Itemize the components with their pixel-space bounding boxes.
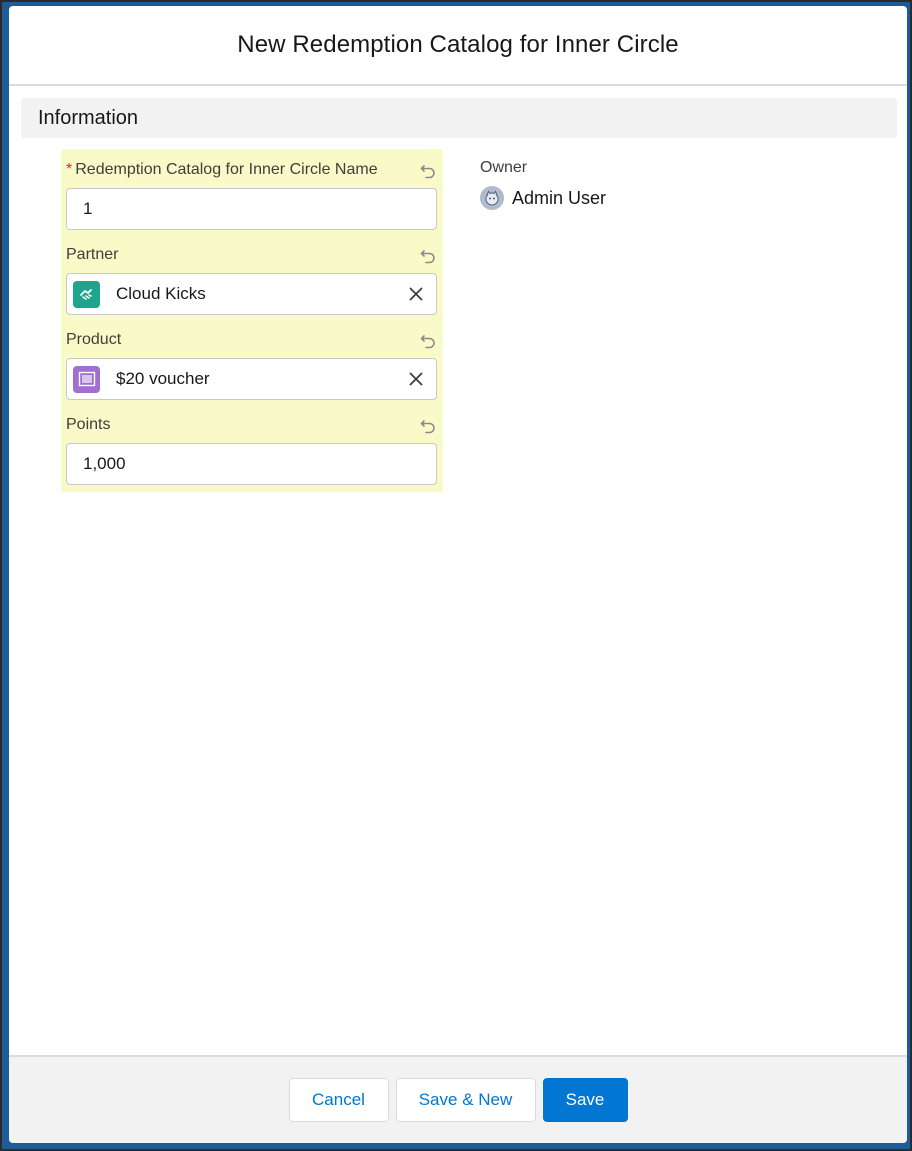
partner-lookup-value: Cloud Kicks [116,284,206,303]
partner-lookup[interactable]: Cloud Kicks [66,273,437,315]
save-button[interactable]: Save [542,1078,628,1122]
cancel-button[interactable]: Cancel [288,1078,389,1122]
window-frame: New Redemption Catalog for Inner Circle … [0,0,912,1151]
owner-label: Owner [480,159,528,176]
points-input-value: 1,000 [83,454,126,473]
modal-header: New Redemption Catalog for Inner Circle [9,6,907,86]
edited-fields-highlight: * Redemption Catalog for Inner Circle Na… [61,149,443,492]
user-avatar-icon [480,186,504,210]
product-lookup-value: $20 voucher [116,369,210,388]
points-field: Points 1,000 [66,414,438,485]
points-input[interactable]: 1,000 [66,443,437,485]
partner-field: Partner Cloud Kicks [66,244,438,315]
product-lookup[interactable]: $20 voucher [66,358,437,400]
modal-title: New Redemption Catalog for Inner Circle [237,31,679,58]
name-input[interactable]: 1 [66,188,437,230]
partner-handshake-icon [73,280,100,308]
section-title: Information [38,106,139,129]
name-field: * Redemption Catalog for Inner Circle Na… [66,159,438,230]
undo-icon[interactable] [419,162,437,180]
undo-icon[interactable] [419,417,437,435]
owner-name[interactable]: Admin User [512,188,606,209]
undo-icon[interactable] [419,247,437,265]
modal-footer: Cancel Save & New Save [9,1055,907,1143]
clear-icon[interactable] [396,274,436,314]
undo-icon[interactable] [419,332,437,350]
product-barcode-icon [73,365,100,393]
partner-field-label: Partner [66,246,119,263]
name-field-label: Redemption Catalog for Inner Circle Name [75,161,378,178]
name-input-value: 1 [83,199,93,218]
clear-icon[interactable] [396,359,436,399]
required-indicator: * [66,161,73,178]
product-field-label: Product [66,331,122,348]
save-and-new-button[interactable]: Save & New [395,1078,536,1122]
owner-value: Admin User [480,186,606,210]
modal: New Redemption Catalog for Inner Circle … [9,6,907,1143]
points-field-label: Points [66,416,111,433]
product-field: Product $20 voucher [66,329,438,400]
section-header-information[interactable]: Information [21,98,897,138]
